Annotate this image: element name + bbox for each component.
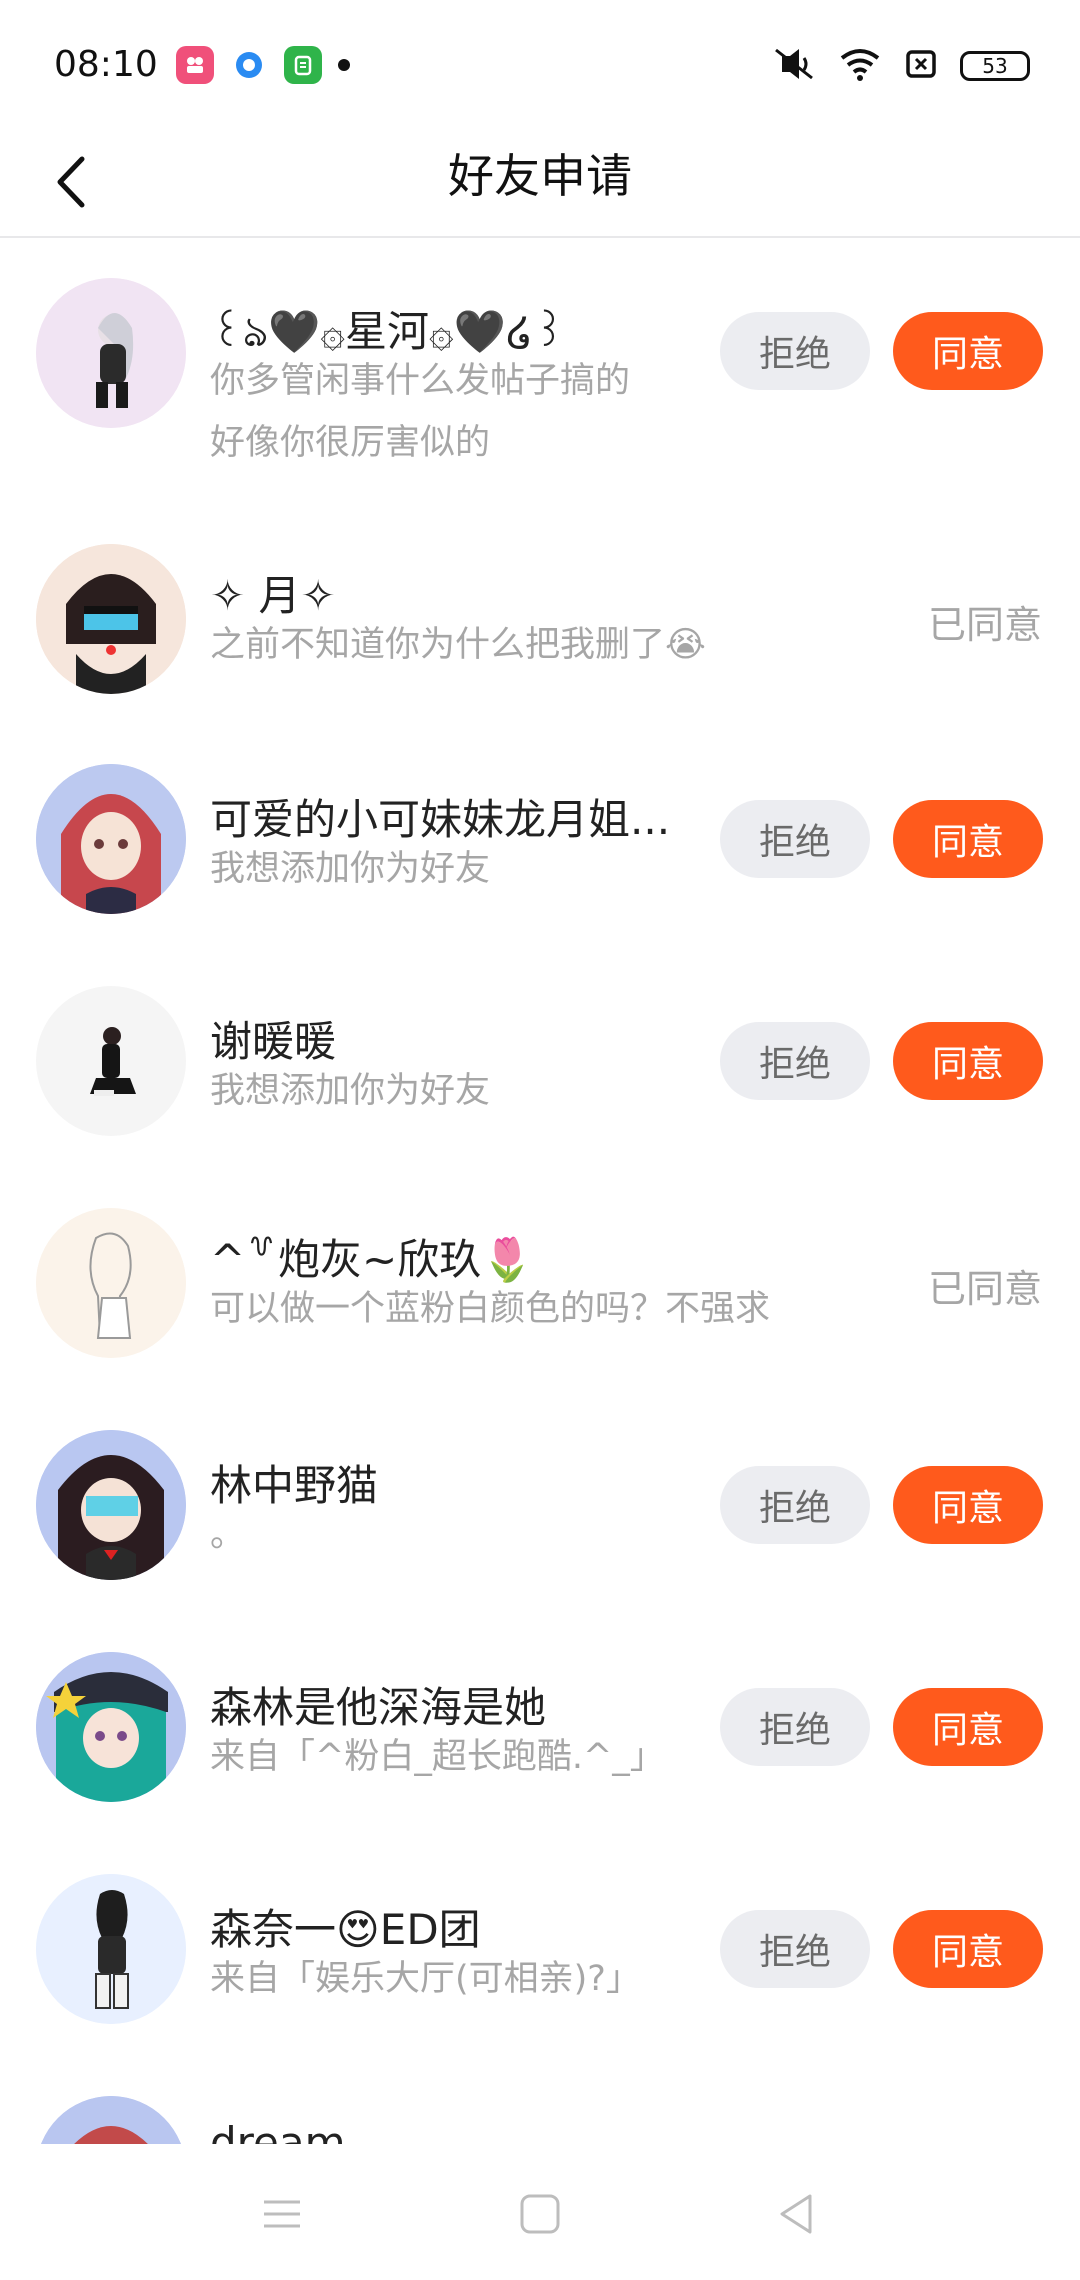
request-message: 我想添加你为好友 <box>210 1071 491 1111</box>
request-row-4[interactable]: ^꒷炮灰~欣玖🌷 可以做一个蓝粉白颜色的吗？不强求 已同意 <box>0 1208 1080 1358</box>
status-indicators: 53 <box>772 46 1030 86</box>
request-message: 之前不知道你为什么把我删了😭 <box>210 625 706 665</box>
requester-name: dream <box>210 2118 346 2144</box>
app-pink-icon <box>176 46 214 84</box>
request-row-3[interactable]: 谢暖暖 我想添加你为好友 拒绝 同意 <box>0 986 1080 1136</box>
request-row-1[interactable]: ✧ 月✧ 之前不知道你为什么把我删了😭 已同意 <box>0 544 1080 694</box>
reject-button[interactable]: 拒绝 <box>720 1910 870 1988</box>
request-message: 。 <box>210 1515 246 1555</box>
system-nav-bar <box>0 2144 1080 2280</box>
accept-button[interactable]: 同意 <box>893 1466 1043 1544</box>
reject-button[interactable]: 拒绝 <box>720 1022 870 1100</box>
menu-icon <box>264 2200 300 2228</box>
accepted-status: 已同意 <box>927 603 1042 647</box>
request-message: 可以做一个蓝粉白颜色的吗？不强求 <box>210 1289 771 1329</box>
avatar[interactable] <box>36 1208 186 1358</box>
avatar[interactable] <box>36 1874 186 2024</box>
request-message-line2: 好像你很厉害似的 <box>210 423 491 463</box>
reject-button[interactable]: 拒绝 <box>720 312 870 390</box>
request-row-2[interactable]: 可爱的小可妹妹龙月姐... 我想添加你为好友 拒绝 同意 <box>0 764 1080 914</box>
request-row-0[interactable]: ꒰ঌ🖤۞星河۞🖤໒꒱ 你多管闲事什么发帖子搞的 好像你很厉害似的 拒绝 同意 <box>0 278 1080 508</box>
home-button[interactable] <box>510 2184 570 2244</box>
back-triangle-icon <box>780 2194 812 2234</box>
header-bar: 好友申请 <box>0 130 1080 238</box>
request-row-7[interactable]: 森奈一😍ED团 来自「娱乐大厅(可相亲)?」 拒绝 同意 <box>0 1874 1080 2024</box>
reject-button[interactable]: 拒绝 <box>720 1688 870 1766</box>
menu-button[interactable] <box>252 2184 312 2244</box>
accept-button[interactable]: 同意 <box>893 1688 1043 1766</box>
request-message: 来自「娱乐大厅(可相亲)?」 <box>210 1959 641 1999</box>
status-app-icons <box>176 46 350 84</box>
accept-button[interactable]: 同意 <box>893 312 1043 390</box>
back-nav-button[interactable] <box>766 2184 826 2244</box>
avatar[interactable] <box>36 986 186 1136</box>
mute-icon <box>772 46 816 86</box>
accept-button[interactable]: 同意 <box>893 1022 1043 1100</box>
accept-button[interactable]: 同意 <box>893 1910 1043 1988</box>
request-row-5[interactable]: 林中野猫 。 拒绝 同意 <box>0 1430 1080 1580</box>
request-message: 你多管闲事什么发帖子搞的 <box>210 361 631 401</box>
reject-button[interactable]: 拒绝 <box>720 800 870 878</box>
avatar[interactable] <box>36 1652 186 1802</box>
wifi-icon <box>838 46 882 86</box>
app-green-icon <box>284 46 322 84</box>
home-square-icon <box>520 2194 560 2234</box>
avatar[interactable] <box>36 764 186 914</box>
page-title: 好友申请 <box>448 149 632 203</box>
status-time: 08:10 <box>54 44 158 85</box>
request-row-6[interactable]: 森林是他深海是她 来自「^粉白_超长跑酷.^_」 拒绝 同意 <box>0 1652 1080 1802</box>
notification-dot <box>338 59 350 71</box>
reject-button[interactable]: 拒绝 <box>720 1466 870 1544</box>
accepted-status: 已同意 <box>927 1267 1042 1311</box>
sim-icon <box>904 47 938 85</box>
avatar[interactable] <box>36 278 186 428</box>
app-blue-icon <box>230 46 268 84</box>
request-message: 我想添加你为好友 <box>210 849 491 889</box>
request-message: 来自「^粉白_超长跑酷.^_」 <box>210 1737 665 1777</box>
battery-icon: 53 <box>960 51 1030 81</box>
avatar[interactable] <box>36 544 186 694</box>
accept-button[interactable]: 同意 <box>893 800 1043 878</box>
request-row-8[interactable]: dream <box>0 2096 1080 2144</box>
friend-request-list[interactable]: ꒰ঌ🖤۞星河۞🖤໒꒱ 你多管闲事什么发帖子搞的 好像你很厉害似的 拒绝 同意 ✧… <box>0 238 1080 2144</box>
avatar[interactable] <box>36 2096 186 2144</box>
avatar[interactable] <box>36 1430 186 1580</box>
status-bar: 08:10 53 <box>0 0 1080 130</box>
